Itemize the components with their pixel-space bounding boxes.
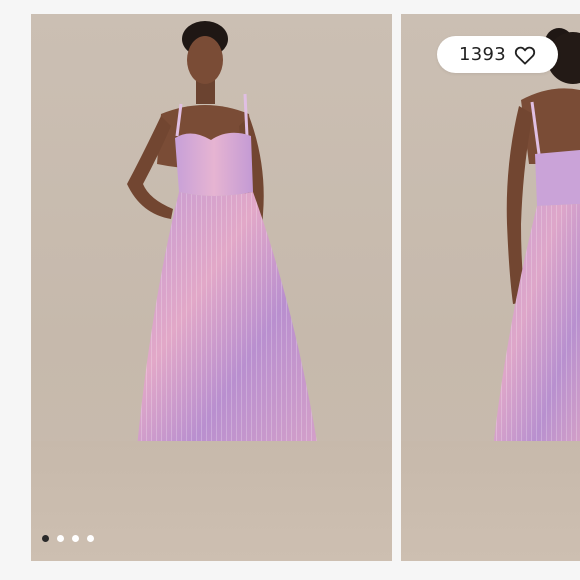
product-photo-front[interactable] bbox=[31, 14, 392, 561]
likes-count: 1393 bbox=[458, 44, 506, 65]
image-pagination-dots bbox=[42, 535, 94, 542]
like-button[interactable]: 1393 bbox=[437, 36, 558, 73]
pagination-dot-2[interactable] bbox=[57, 535, 64, 542]
heart-outline-icon bbox=[514, 46, 536, 65]
product-photo-back[interactable] bbox=[401, 14, 580, 561]
pagination-dot-4[interactable] bbox=[87, 535, 94, 542]
pagination-dot-3[interactable] bbox=[72, 535, 79, 542]
product-image-gallery[interactable]: 1393 bbox=[0, 0, 580, 580]
pagination-dot-1[interactable] bbox=[42, 535, 49, 542]
